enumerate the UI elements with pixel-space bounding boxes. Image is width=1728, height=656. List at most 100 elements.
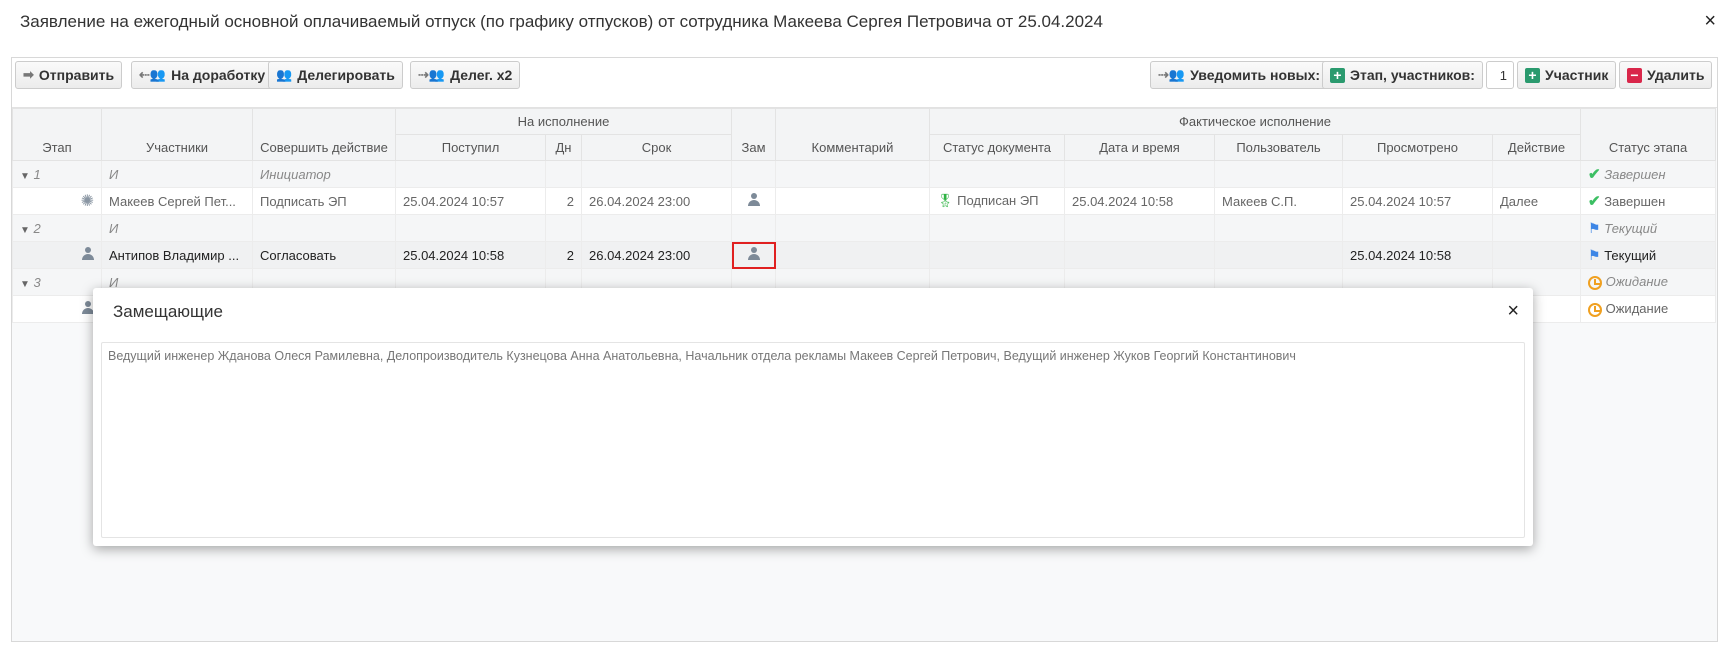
status-text: Текущий bbox=[1604, 220, 1658, 236]
stage-status-cell: ⚑ Текущий bbox=[1580, 214, 1716, 242]
add-participant-button[interactable]: + Участник bbox=[1517, 61, 1617, 89]
participants-cell: Антипов Владимир ... bbox=[101, 241, 253, 269]
substitutes-text[interactable]: Ведущий инженер Жданова Олеся Рамилевна,… bbox=[101, 342, 1525, 538]
stage-number: 2 bbox=[33, 220, 41, 236]
participants-cell: Макеев Сергей Пет... bbox=[101, 187, 253, 215]
certificate-icon: 🎖 bbox=[937, 193, 954, 208]
comment-cell bbox=[775, 241, 930, 269]
col-days[interactable]: Дн bbox=[545, 134, 582, 161]
participant-type-cell: ✺ bbox=[12, 187, 102, 215]
add-stage-button[interactable]: + Этап, участников: bbox=[1322, 61, 1483, 89]
doc-status-cell: 🎖 Подписан ЭП bbox=[929, 187, 1065, 215]
col-sub[interactable]: Зам bbox=[731, 108, 776, 161]
close-icon[interactable]: × bbox=[1507, 300, 1519, 323]
table-row[interactable]: ▼ 2 И ⚑ Текущий bbox=[12, 214, 1716, 242]
stage-status-cell: Ожидание bbox=[1580, 295, 1716, 323]
table-row[interactable]: ✺ Макеев Сергей Пет... Подписать ЭП 25.0… bbox=[12, 187, 1716, 215]
substitutes-cell[interactable] bbox=[731, 187, 776, 215]
delegate2-label: Делег. х2 bbox=[450, 67, 513, 83]
stage-status-cell: ✔ Завершен bbox=[1580, 160, 1716, 188]
deadline-cell: 26.04.2024 23:00 bbox=[581, 241, 732, 269]
users-arrow-icon: ⇠👥 bbox=[139, 67, 167, 82]
stage-number: 3 bbox=[33, 274, 41, 290]
table-row[interactable]: Антипов Владимир ... Согласовать 25.04.2… bbox=[12, 241, 1716, 269]
minus-icon: − bbox=[1627, 67, 1642, 83]
notify-new-button[interactable]: ⇢👥 Уведомить новых: bbox=[1150, 61, 1329, 89]
received-cell: 25.04.2024 10:58 bbox=[395, 241, 546, 269]
user-cell: Макеев С.П. bbox=[1214, 187, 1343, 215]
users-arrow-icon: ⇢👥 bbox=[1158, 67, 1186, 82]
viewed-cell: 25.04.2024 10:58 bbox=[1342, 241, 1493, 269]
stage-cell[interactable]: ▼ 3 bbox=[12, 268, 102, 296]
col-received[interactable]: Поступил bbox=[395, 134, 546, 161]
clock-icon bbox=[1588, 302, 1602, 317]
person-icon[interactable] bbox=[747, 247, 760, 260]
status-text: Ожидание bbox=[1605, 274, 1668, 290]
group-execution: На исполнение bbox=[395, 108, 732, 135]
clock-icon bbox=[1588, 275, 1602, 290]
notify-label: Уведомить новых: bbox=[1190, 67, 1321, 83]
plus-icon: + bbox=[1525, 67, 1540, 83]
participant-type-cell bbox=[12, 241, 102, 269]
col-viewed[interactable]: Просмотрено bbox=[1342, 134, 1493, 161]
substitutes-cell-highlighted[interactable] bbox=[731, 241, 776, 269]
col-datetime[interactable]: Дата и время bbox=[1064, 134, 1215, 161]
delete-button[interactable]: − Удалить bbox=[1619, 61, 1713, 89]
participants-cell: И bbox=[101, 214, 253, 242]
users-arrow-icon: ⇢👥 bbox=[418, 67, 446, 82]
action-cell: Инициатор bbox=[252, 160, 396, 188]
delegate2-button[interactable]: ⇢👥 Делег. х2 bbox=[410, 61, 521, 89]
stage-cell[interactable]: ▼ 2 bbox=[12, 214, 102, 242]
col-deadline[interactable]: Срок bbox=[581, 134, 732, 161]
dialog-window: Заявление на ежегодный основной оплачива… bbox=[0, 0, 1728, 656]
col-stage-status[interactable]: Статус этапа bbox=[1580, 108, 1716, 161]
caret-down-icon[interactable]: ▼ bbox=[20, 171, 30, 182]
modal-title: Замещающие bbox=[113, 302, 223, 321]
status-text: Завершен bbox=[1604, 167, 1666, 182]
action-cell: Согласовать bbox=[252, 241, 396, 269]
gear-icon: ✺ bbox=[80, 193, 94, 210]
delegate-button[interactable]: 👥 Делегировать bbox=[268, 61, 403, 89]
plus-icon: + bbox=[1330, 67, 1345, 83]
col-action[interactable]: Совершить действие bbox=[252, 108, 396, 161]
stage-status-cell: ⚑ Текущий bbox=[1580, 241, 1716, 269]
flag-icon: ⚑ bbox=[1588, 246, 1601, 263]
datetime-cell: 25.04.2024 10:58 bbox=[1064, 187, 1215, 215]
users-icon: 👥 bbox=[276, 67, 293, 82]
toolbar: ➡ Отправить ⇠👥 На доработку 👥 Делегировать … bbox=[12, 58, 1717, 108]
participants-count-input[interactable]: 1 bbox=[1486, 61, 1514, 89]
substitutes-modal: Замещающие × Ведущий инженер Жданова Оле… bbox=[93, 288, 1533, 546]
col-user[interactable]: Пользователь bbox=[1214, 134, 1343, 161]
rework-button[interactable]: ⇠👥 На доработку bbox=[131, 61, 274, 89]
group-actual: Фактическое исполнение bbox=[929, 108, 1581, 135]
send-button[interactable]: ➡ Отправить bbox=[15, 61, 123, 89]
stage-cell[interactable]: ▼ 1 bbox=[12, 160, 102, 188]
stage-label: Этап, участников: bbox=[1350, 67, 1475, 83]
status-text: Завершен bbox=[1604, 194, 1666, 209]
person-icon bbox=[82, 247, 94, 260]
close-icon[interactable]: × bbox=[1704, 10, 1716, 33]
check-icon: ✔ bbox=[1588, 193, 1601, 210]
days-cell: 2 bbox=[545, 241, 582, 269]
days-cell: 2 bbox=[545, 187, 582, 215]
check-icon: ✔ bbox=[1588, 166, 1601, 183]
doc-status-text: Подписан ЭП bbox=[957, 193, 1039, 208]
stage-status-cell: ✔ Завершен bbox=[1580, 187, 1716, 215]
send-label: Отправить bbox=[38, 67, 115, 83]
status-text: Ожидание bbox=[1605, 301, 1669, 317]
col-stage[interactable]: Этап bbox=[12, 108, 102, 161]
delegate-label: Делегировать bbox=[297, 67, 395, 83]
col-doc-status[interactable]: Статус документа bbox=[929, 134, 1065, 161]
group-header-row: Этап Участники Совершить действие На исп… bbox=[12, 108, 1716, 161]
table-row[interactable]: ▼ 1 И Инициатор ✔ Завершен bbox=[12, 160, 1716, 188]
caret-down-icon[interactable]: ▼ bbox=[20, 279, 30, 290]
caret-down-icon[interactable]: ▼ bbox=[20, 225, 30, 236]
stage-number: 1 bbox=[33, 166, 41, 182]
arrow-right-icon: ➡ bbox=[23, 67, 34, 82]
col-act[interactable]: Действие bbox=[1492, 134, 1581, 161]
viewed-cell: 25.04.2024 10:57 bbox=[1342, 187, 1493, 215]
col-participants[interactable]: Участники bbox=[101, 108, 253, 161]
delete-label: Удалить bbox=[1647, 67, 1705, 83]
person-icon[interactable] bbox=[747, 193, 760, 206]
col-comment[interactable]: Комментарий bbox=[775, 108, 930, 161]
